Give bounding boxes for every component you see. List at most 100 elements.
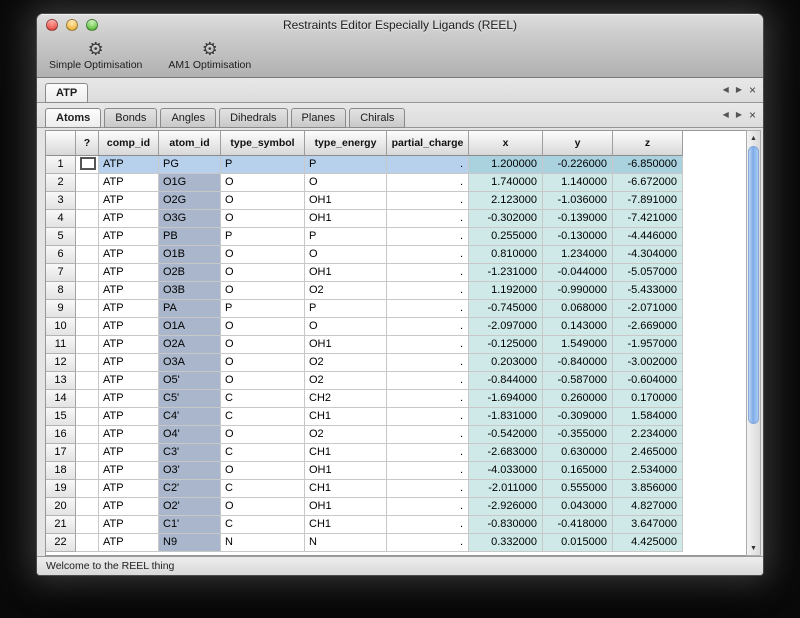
cell-x[interactable]: 0.255000 (469, 228, 543, 246)
am1-optimisation-button[interactable]: ⚙ AM1 Optimisation (168, 39, 251, 71)
cell-z[interactable]: -7.421000 (613, 210, 683, 228)
cell-partial-charge[interactable]: . (387, 444, 469, 462)
cell-y[interactable]: 0.043000 (543, 498, 613, 516)
cell-atom-id[interactable]: O2' (159, 498, 221, 516)
cell-partial-charge[interactable]: . (387, 408, 469, 426)
row-number[interactable]: 3 (46, 192, 76, 210)
cell-type-energy[interactable]: N (305, 534, 387, 552)
row-number[interactable]: 21 (46, 516, 76, 534)
row-question-cell[interactable] (76, 408, 99, 426)
cell-y[interactable]: 0.630000 (543, 444, 613, 462)
cell-x[interactable]: -1.231000 (469, 264, 543, 282)
cell-type-energy[interactable]: OH1 (305, 210, 387, 228)
cell-type-symbol[interactable]: O (221, 282, 305, 300)
cell-type-energy[interactable]: CH1 (305, 408, 387, 426)
cell-x[interactable]: -4.033000 (469, 462, 543, 480)
cell-z[interactable]: 2.234000 (613, 426, 683, 444)
row-number[interactable]: 17 (46, 444, 76, 462)
row-question-cell[interactable] (76, 444, 99, 462)
tab-scroll-left-icon[interactable]: ◀ (723, 110, 729, 120)
cell-y[interactable]: -0.139000 (543, 210, 613, 228)
cell-type-symbol[interactable]: N (221, 534, 305, 552)
row-number[interactable]: 5 (46, 228, 76, 246)
cell-x[interactable]: -2.097000 (469, 318, 543, 336)
cell-z[interactable]: -6.672000 (613, 174, 683, 192)
cell-z[interactable]: -3.002000 (613, 354, 683, 372)
cell-x[interactable]: -0.830000 (469, 516, 543, 534)
cell-comp-id[interactable]: ATP (99, 462, 159, 480)
titlebar[interactable]: Restraints Editor Especially Ligands (RE… (37, 14, 763, 36)
cell-partial-charge[interactable]: . (387, 372, 469, 390)
cell-type-energy[interactable]: O2 (305, 354, 387, 372)
cell-y[interactable]: 1.549000 (543, 336, 613, 354)
cell-type-symbol[interactable]: O (221, 426, 305, 444)
row-number[interactable]: 9 (46, 300, 76, 318)
cell-z[interactable]: 2.465000 (613, 444, 683, 462)
cell-partial-charge[interactable]: . (387, 210, 469, 228)
cell-type-energy[interactable]: OH1 (305, 192, 387, 210)
row-question-cell[interactable] (76, 210, 99, 228)
cell-partial-charge[interactable]: . (387, 264, 469, 282)
row-number[interactable]: 15 (46, 408, 76, 426)
cell-z[interactable]: -4.446000 (613, 228, 683, 246)
cell-z[interactable]: -5.057000 (613, 264, 683, 282)
cell-x[interactable]: 0.203000 (469, 354, 543, 372)
cell-z[interactable]: 3.856000 (613, 480, 683, 498)
cell-x[interactable]: -2.926000 (469, 498, 543, 516)
row-question-cell[interactable] (76, 228, 99, 246)
cell-comp-id[interactable]: ATP (99, 534, 159, 552)
tab-bonds[interactable]: Bonds (104, 108, 157, 128)
cell-atom-id[interactable]: O2G (159, 192, 221, 210)
tab-close-icon[interactable]: × (749, 109, 756, 121)
cell-type-symbol[interactable]: O (221, 192, 305, 210)
cell-x[interactable]: -0.125000 (469, 336, 543, 354)
row-question-cell[interactable] (76, 480, 99, 498)
cell-atom-id[interactable]: O4' (159, 426, 221, 444)
cell-z[interactable]: -6.850000 (613, 156, 683, 174)
row-number[interactable]: 11 (46, 336, 76, 354)
cell-type-energy[interactable]: P (305, 300, 387, 318)
cell-comp-id[interactable]: ATP (99, 174, 159, 192)
scroll-down-icon[interactable]: ▼ (747, 541, 760, 555)
cell-type-symbol[interactable]: O (221, 462, 305, 480)
cell-type-energy[interactable]: CH2 (305, 390, 387, 408)
tab-angles[interactable]: Angles (160, 108, 216, 128)
cell-atom-id[interactable]: O1G (159, 174, 221, 192)
cell-type-symbol[interactable]: C (221, 390, 305, 408)
cell-type-energy[interactable]: OH1 (305, 462, 387, 480)
cell-x[interactable]: -0.745000 (469, 300, 543, 318)
cell-comp-id[interactable]: ATP (99, 354, 159, 372)
scroll-up-icon[interactable]: ▲ (747, 131, 760, 145)
row-question-cell[interactable] (76, 336, 99, 354)
tab-atoms[interactable]: Atoms (45, 108, 101, 128)
row-number[interactable]: 13 (46, 372, 76, 390)
cell-partial-charge[interactable]: . (387, 228, 469, 246)
row-number[interactable]: 20 (46, 498, 76, 516)
cell-comp-id[interactable]: ATP (99, 516, 159, 534)
cell-z[interactable]: -0.604000 (613, 372, 683, 390)
cell-type-energy[interactable]: O (305, 318, 387, 336)
cell-type-symbol[interactable]: C (221, 516, 305, 534)
cell-y[interactable]: 1.140000 (543, 174, 613, 192)
cell-x[interactable]: -0.302000 (469, 210, 543, 228)
cell-partial-charge[interactable]: . (387, 426, 469, 444)
row-number[interactable]: 16 (46, 426, 76, 444)
row-number[interactable]: 2 (46, 174, 76, 192)
tab-chirals[interactable]: Chirals (349, 108, 405, 128)
cell-type-symbol[interactable]: P (221, 156, 305, 174)
cell-type-symbol[interactable]: O (221, 372, 305, 390)
cell-comp-id[interactable]: ATP (99, 408, 159, 426)
cell-partial-charge[interactable]: . (387, 498, 469, 516)
cell-atom-id[interactable]: O1B (159, 246, 221, 264)
cell-y[interactable]: -0.355000 (543, 426, 613, 444)
row-question-cell[interactable] (76, 300, 99, 318)
cell-y[interactable]: -0.418000 (543, 516, 613, 534)
row-number[interactable]: 12 (46, 354, 76, 372)
cell-z[interactable]: 3.647000 (613, 516, 683, 534)
cell-z[interactable]: -2.071000 (613, 300, 683, 318)
cell-y[interactable]: 0.143000 (543, 318, 613, 336)
cell-x[interactable]: 0.332000 (469, 534, 543, 552)
cell-type-symbol[interactable]: O (221, 336, 305, 354)
cell-type-energy[interactable]: P (305, 156, 387, 174)
cell-z[interactable]: 4.425000 (613, 534, 683, 552)
